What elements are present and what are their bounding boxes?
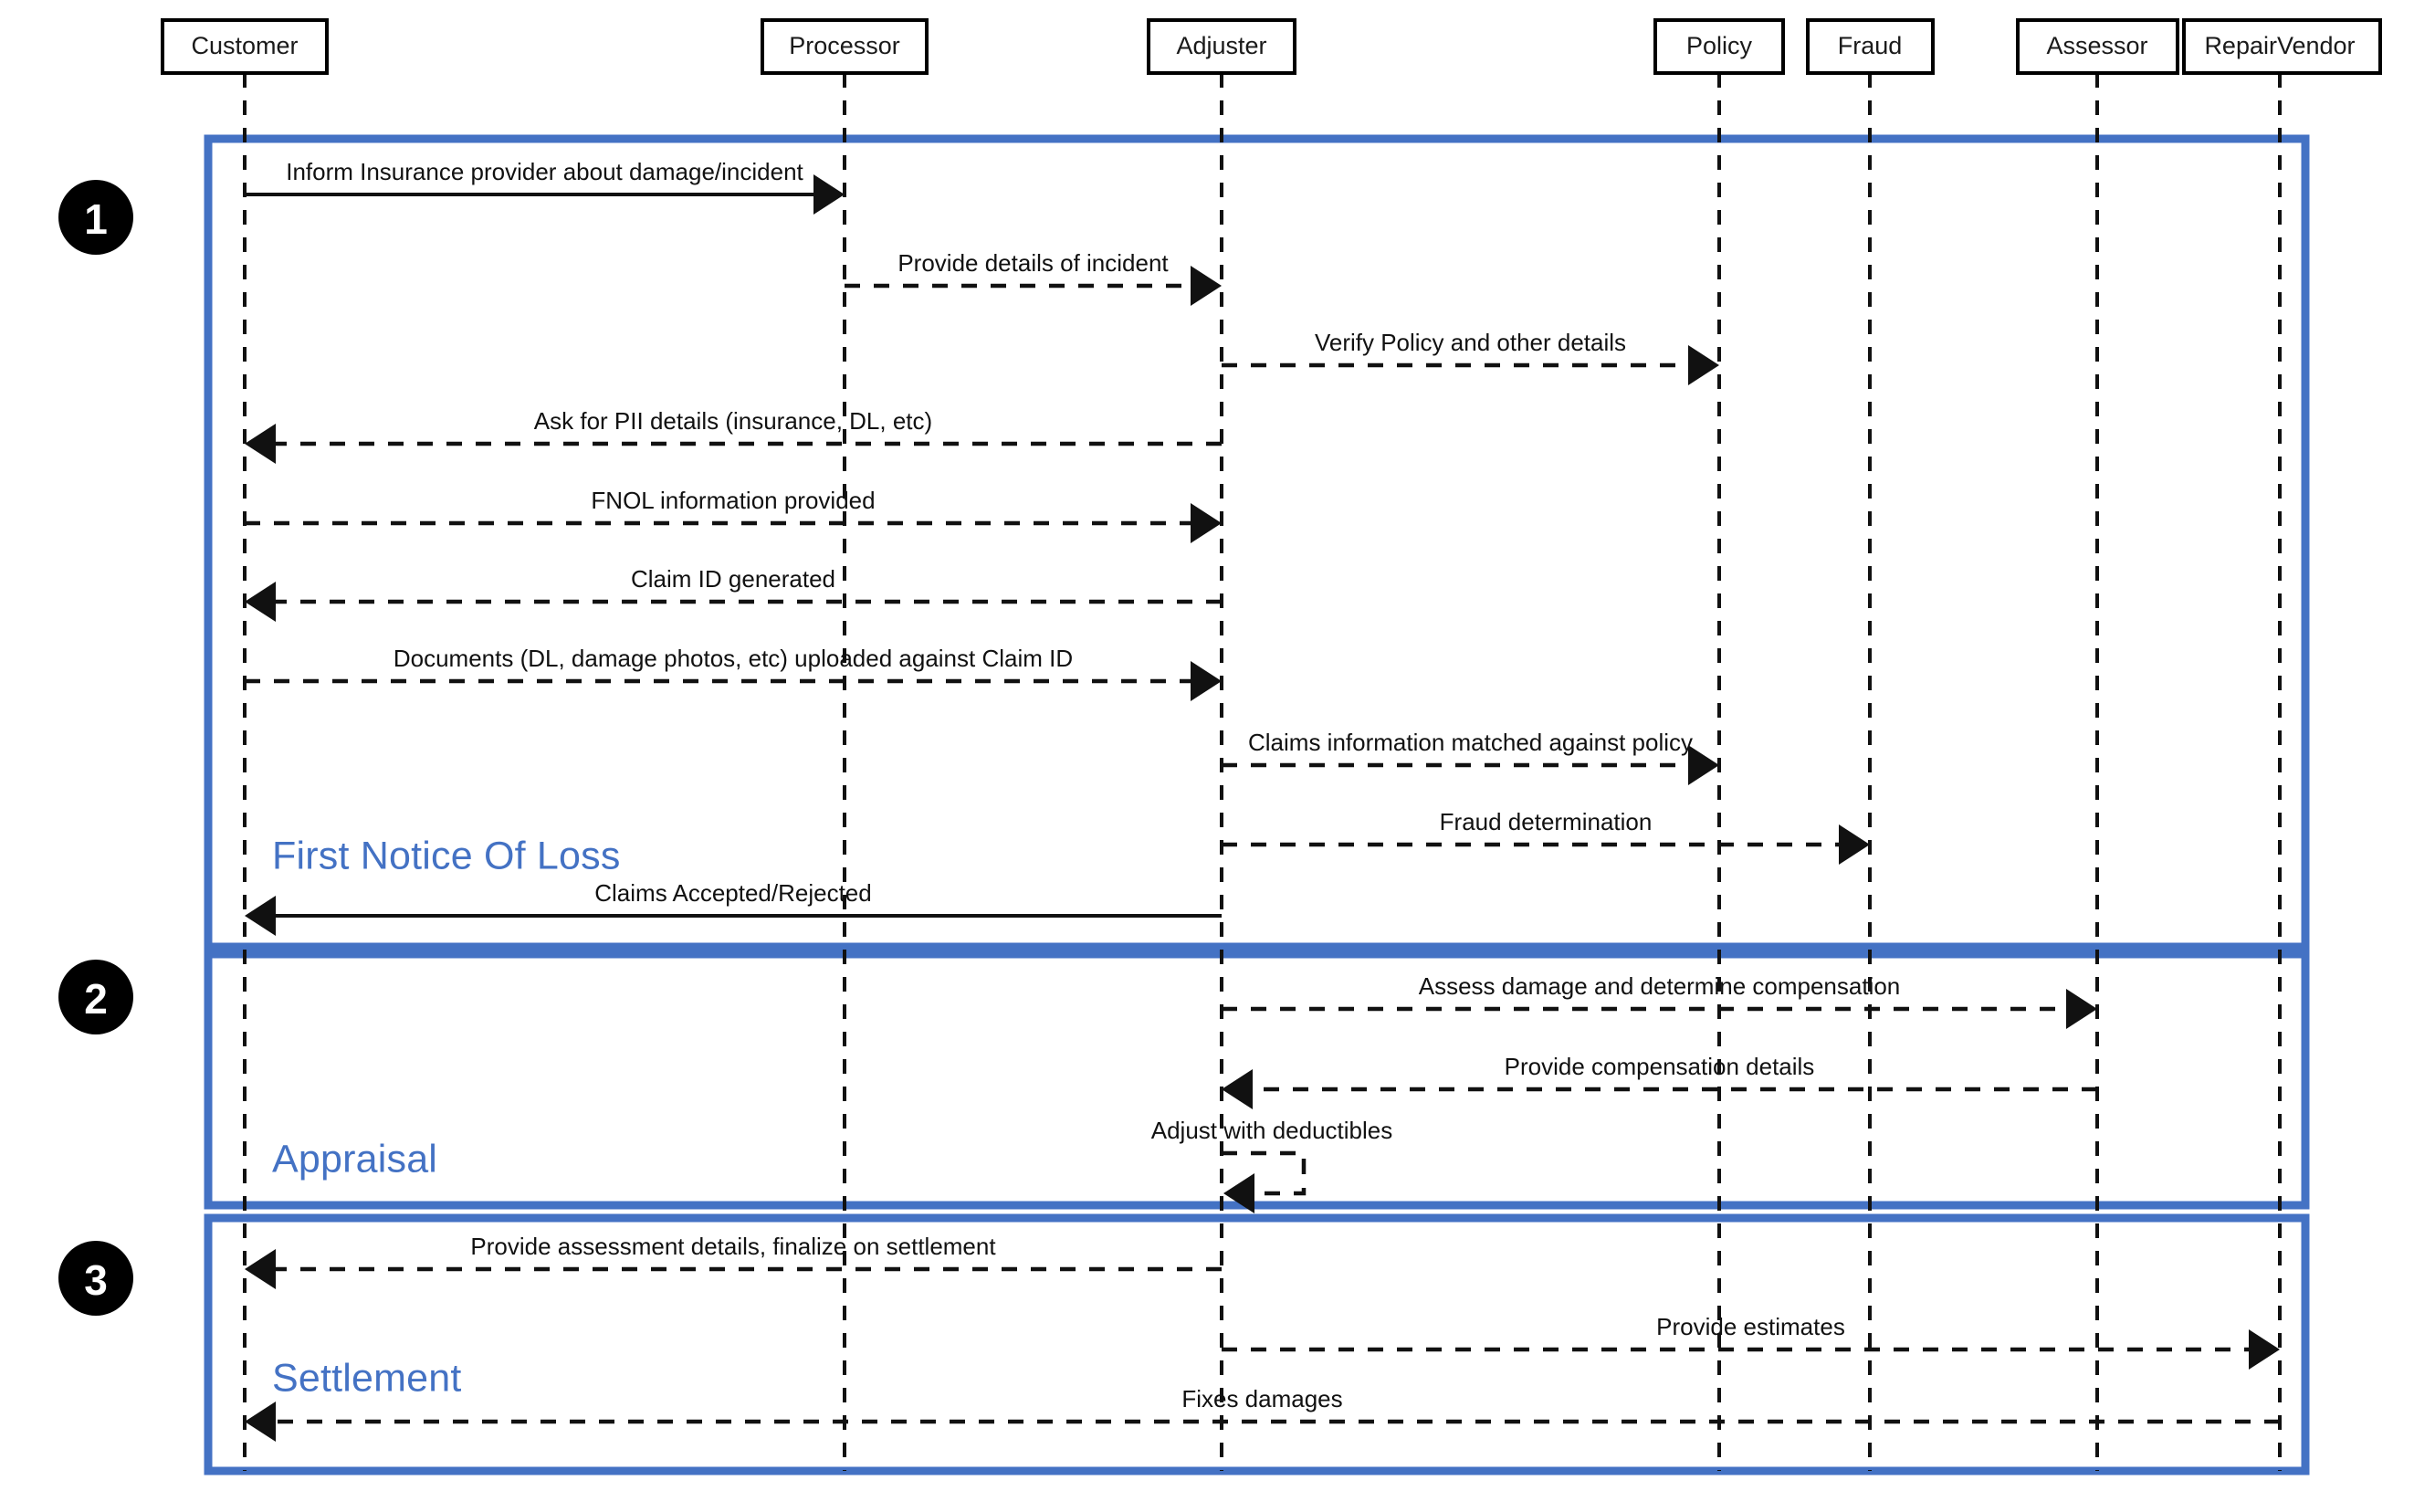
message-m1: Inform Insurance provider about damage/i… [245, 158, 845, 215]
message-m12: Provide compensation details [1222, 1053, 2097, 1109]
message-m15: Provide estimates [1222, 1313, 2280, 1370]
message-label-m3: Verify Policy and other details [1315, 329, 1626, 356]
participant-adjuster[interactable]: Adjuster [1147, 18, 1296, 75]
message-label-m11: Assess damage and determine compensation [1419, 972, 1901, 1000]
phase-badge-number-1: 1 [84, 195, 108, 243]
message-m10: Claims Accepted/Rejected [245, 879, 1222, 936]
message-m13: Adjust with deductibles [1151, 1117, 1392, 1213]
message-arrowhead-m6 [245, 582, 276, 622]
phase-label-3: Settlement [272, 1356, 462, 1400]
message-m5: FNOL information provided [245, 487, 1222, 543]
message-m11: Assess damage and determine compensation [1222, 972, 2097, 1029]
message-arrowhead-m16 [245, 1402, 276, 1442]
message-arrowhead-m1 [813, 174, 845, 215]
message-m16: Fixes damages [245, 1385, 2280, 1442]
phase-label-2: Appraisal [272, 1137, 437, 1181]
messages-group: Inform Insurance provider about damage/i… [245, 158, 2280, 1442]
message-arrowhead-m11 [2066, 989, 2097, 1029]
phase-badge-number-3: 3 [84, 1256, 108, 1304]
participant-label-fraud: Fraud [1838, 32, 1903, 59]
message-arrowhead-m10 [245, 896, 276, 936]
sequence-diagram-canvas: Inform Insurance provider about damage/i… [0, 0, 2414, 1512]
message-m8: Claims information matched against polic… [1222, 729, 1719, 785]
message-label-m13: Adjust with deductibles [1151, 1117, 1392, 1144]
participant-fraud[interactable]: Fraud [1806, 18, 1935, 75]
message-arrowhead-m8 [1688, 745, 1719, 785]
message-arrowhead-m14 [245, 1249, 276, 1289]
message-label-m8: Claims information matched against polic… [1248, 729, 1693, 756]
participant-label-adjuster: Adjuster [1176, 32, 1266, 59]
message-label-m4: Ask for PII details (insurance, DL, etc) [534, 407, 932, 435]
participant-label-processor: Processor [789, 32, 900, 59]
phase-badge-1[interactable]: 1 [58, 180, 133, 255]
message-m6: Claim ID generated [245, 565, 1222, 622]
participant-processor[interactable]: Processor [761, 18, 929, 75]
phase-rectangles-group [204, 134, 2310, 1475]
phase-rectangle-1 [204, 134, 2310, 951]
phase-badges-group: 1 2 3 [58, 180, 133, 1316]
message-label-m7: Documents (DL, damage photos, etc) uploa… [394, 645, 1073, 672]
message-arrowhead-m5 [1191, 503, 1222, 543]
message-m3: Verify Policy and other details [1222, 329, 1719, 385]
message-m7: Documents (DL, damage photos, etc) uploa… [245, 645, 1222, 701]
participant-policy[interactable]: Policy [1653, 18, 1785, 75]
message-label-m10: Claims Accepted/Rejected [594, 879, 871, 907]
message-label-m6: Claim ID generated [631, 565, 835, 593]
phase-badge-2[interactable]: 2 [58, 960, 133, 1034]
message-label-m14: Provide assessment details, finalize on … [470, 1233, 996, 1260]
message-label-m12: Provide compensation details [1505, 1053, 1815, 1080]
participant-customer[interactable]: Customer [161, 18, 329, 75]
message-arrowhead-m15 [2249, 1329, 2280, 1370]
phase-label-1: First Notice Of Loss [272, 834, 621, 877]
message-label-m16: Fixes damages [1181, 1385, 1342, 1412]
message-label-m2: Provide details of incident [897, 249, 1169, 277]
phase-badge-number-2: 2 [84, 975, 108, 1023]
message-label-m9: Fraud determination [1440, 808, 1653, 835]
participant-label-policy: Policy [1686, 32, 1753, 59]
participant-repairvendor[interactable]: RepairVendor [2182, 18, 2382, 75]
message-label-m1: Inform Insurance provider about damage/i… [286, 158, 803, 185]
message-arrowhead-m3 [1688, 345, 1719, 385]
message-arrowhead-m7 [1191, 661, 1222, 701]
participant-label-assessor: Assessor [2046, 32, 2147, 59]
phase-rectangle-2 [204, 950, 2310, 1210]
message-m14: Provide assessment details, finalize on … [245, 1233, 1222, 1289]
message-arrowhead-m9 [1839, 824, 1870, 865]
message-m9: Fraud determination [1222, 808, 1870, 865]
message-arrowhead-m12 [1222, 1069, 1253, 1109]
phase-labels-group: First Notice Of Loss Appraisal Settlement [272, 834, 621, 1400]
message-arrowhead-m4 [245, 424, 276, 464]
message-m2: Provide details of incident [845, 249, 1222, 306]
participant-assessor[interactable]: Assessor [2016, 18, 2179, 75]
message-label-m5: FNOL information provided [591, 487, 875, 514]
phase-badge-3[interactable]: 3 [58, 1241, 133, 1316]
participant-label-customer: Customer [191, 32, 298, 59]
lifelines-group [243, 73, 2282, 1471]
participants-group: Customer Processor Adjuster Policy Fraud Asse… [161, 18, 2382, 75]
message-label-m15: Provide estimates [1656, 1313, 1845, 1340]
sequence-diagram-svg: Inform Insurance provider about damage/i… [58, 18, 2382, 1475]
participant-label-repairvendor: RepairVendor [2204, 32, 2355, 59]
message-m4: Ask for PII details (insurance, DL, etc) [245, 407, 1222, 464]
message-arrowhead-m2 [1191, 266, 1222, 306]
